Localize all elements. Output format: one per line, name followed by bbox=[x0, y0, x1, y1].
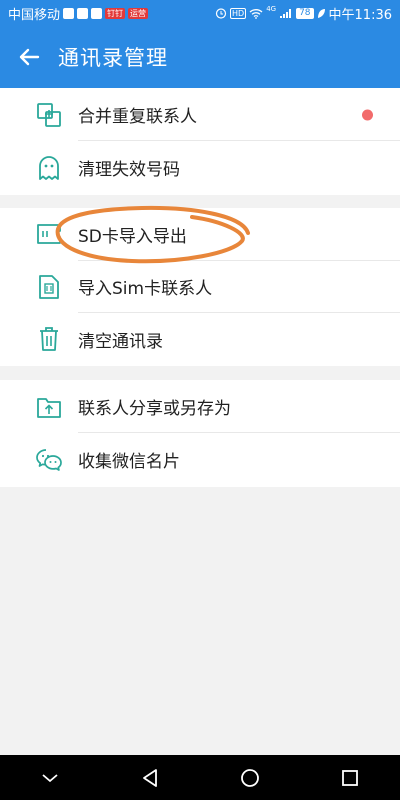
alarm-icon bbox=[215, 8, 227, 19]
network-type: 4G bbox=[266, 5, 277, 13]
notification-badge: 运营 bbox=[128, 7, 149, 19]
collect-wechat-cards-item[interactable]: 收集微信名片 bbox=[0, 433, 400, 486]
notification-badge: 钉钉 bbox=[105, 7, 126, 19]
ghost-icon bbox=[35, 154, 63, 182]
contact-cleanup-group: 合并重复联系人 清理失效号码 bbox=[0, 88, 400, 195]
import-sim-contacts-item[interactable]: 导入Sim卡联系人 bbox=[0, 261, 400, 314]
sd-card-import-export-item[interactable]: SD卡导入导出 bbox=[0, 208, 400, 261]
carrier-label: 中国移动 bbox=[8, 7, 61, 23]
new-indicator-dot bbox=[362, 109, 373, 120]
triangle-back-icon bbox=[143, 768, 157, 787]
hd-indicator: HD bbox=[230, 7, 247, 19]
share-contacts-label: 联系人分享或另存为 bbox=[78, 399, 231, 419]
back-button[interactable] bbox=[0, 26, 58, 88]
merge-duplicates-label: 合并重复联系人 bbox=[78, 107, 197, 127]
app-notification-icon bbox=[63, 7, 75, 19]
collapse-nav-button[interactable] bbox=[25, 755, 75, 800]
clear-contacts-label: 清空通讯录 bbox=[78, 331, 163, 352]
trash-icon bbox=[35, 325, 63, 353]
leaf-icon bbox=[317, 8, 325, 18]
chevron-down-icon bbox=[42, 773, 58, 782]
clear-contacts-item[interactable]: 清空通讯录 bbox=[0, 313, 400, 366]
collect-wechat-cards-label: 收集微信名片 bbox=[78, 452, 180, 472]
merge-duplicates-item[interactable]: 合并重复联系人 bbox=[0, 88, 400, 141]
clean-invalid-numbers-label: 清理失效号码 bbox=[78, 160, 180, 180]
tiktok-notification-icon bbox=[91, 7, 103, 19]
page-title: 通讯录管理 bbox=[58, 46, 168, 70]
clock: 中午11:36 bbox=[328, 7, 392, 23]
share-contacts-item[interactable]: 联系人分享或另存为 bbox=[0, 380, 400, 433]
wechat-icon bbox=[35, 446, 63, 474]
share-group: 联系人分享或另存为 收集微信名片 bbox=[0, 380, 400, 487]
home-nav-button[interactable] bbox=[225, 755, 275, 800]
system-navigation-bar bbox=[0, 755, 400, 800]
recents-nav-button[interactable] bbox=[325, 755, 375, 800]
square-recents-icon bbox=[342, 769, 358, 786]
circle-home-icon bbox=[241, 768, 259, 787]
app-notification-icon bbox=[77, 7, 89, 19]
import-export-group: SD卡导入导出 导入Sim卡联系人 清空通讯录 bbox=[0, 208, 400, 366]
app-bar: 通讯录管理 bbox=[0, 26, 400, 88]
clean-invalid-numbers-item[interactable]: 清理失效号码 bbox=[0, 141, 400, 194]
sd-card-icon bbox=[35, 220, 63, 248]
wifi-icon bbox=[249, 8, 263, 19]
status-bar: 中国移动 钉钉 运营 HD 4G 78 中午11:36 bbox=[0, 0, 400, 26]
signal-icon bbox=[280, 8, 292, 18]
arrow-left-icon bbox=[19, 48, 40, 66]
sd-card-import-export-label: SD卡导入导出 bbox=[78, 226, 187, 247]
import-sim-contacts-label: 导入Sim卡联系人 bbox=[78, 279, 213, 300]
battery-indicator: 78 bbox=[296, 7, 314, 19]
sim-card-icon bbox=[35, 273, 63, 301]
merge-icon bbox=[35, 101, 63, 129]
folder-upload-icon bbox=[35, 393, 63, 421]
back-nav-button[interactable] bbox=[125, 755, 175, 800]
